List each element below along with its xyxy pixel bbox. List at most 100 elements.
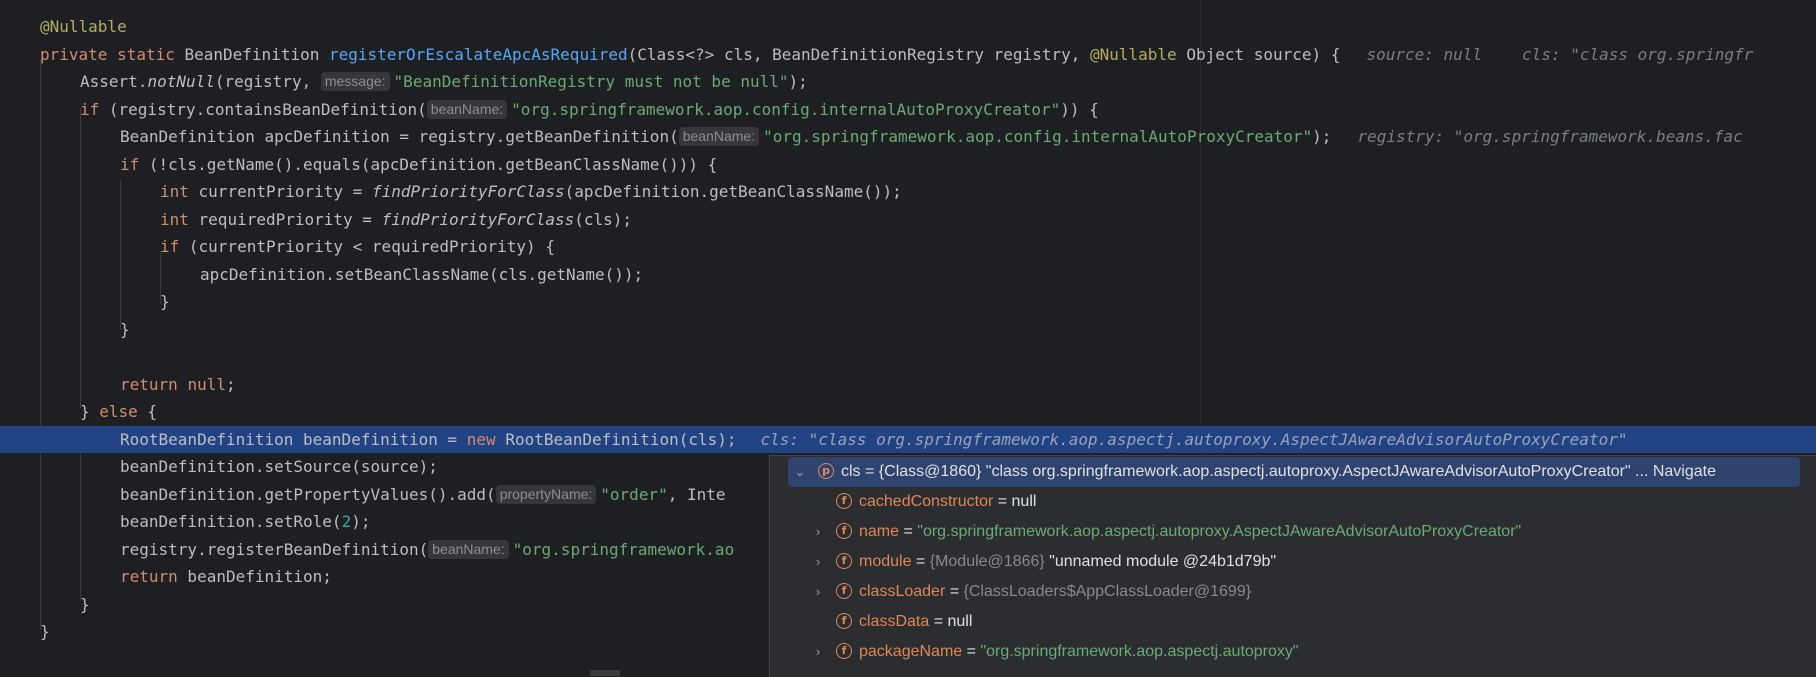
code-line: if (currentPriority < requiredPriority) … — [0, 233, 1816, 260]
code-text: (currentPriority < requiredPriority) { — [179, 237, 555, 256]
code-text: (apcDefinition.getBeanClassName()); — [564, 182, 902, 201]
method-name: findPriorityForClass — [371, 182, 565, 201]
field-value: "org.springframework.aop.aspectj.autopro… — [917, 523, 1522, 540]
code-line: int currentPriority = findPriorityForCla… — [0, 178, 1816, 205]
keyword: else — [99, 402, 138, 421]
field-icon: f — [836, 613, 852, 629]
inline-debug-value: registry: "org.springframework.beans.fac — [1357, 127, 1743, 146]
keyword: return — [120, 375, 178, 394]
code-text: ); — [1312, 127, 1332, 146]
debug-value-popup[interactable]: ⌄ p cls = {Class@1860} "class org.spring… — [769, 455, 1816, 677]
code-text: } — [80, 595, 90, 614]
variable-name: cls — [841, 463, 861, 480]
equals-sign: = — [945, 583, 964, 600]
code-line: apcDefinition.setBeanClassName(cls.getNa… — [0, 261, 1816, 288]
tree-row-field[interactable]: › f name = "org.springframework.aop.aspe… — [770, 517, 1816, 547]
field-icon: f — [836, 553, 852, 569]
field-name: name — [859, 523, 900, 540]
horizontal-scrollbar[interactable] — [590, 670, 620, 676]
code-line: if (!cls.getName().equals(apcDefinition.… — [0, 151, 1816, 178]
code-text: RootBeanDefinition beanDefinition = — [120, 430, 467, 449]
inline-debug-value[interactable]: cls: "class org.springframework.aop.aspe… — [761, 430, 1628, 449]
parameter-hint: beanName: — [428, 540, 509, 559]
code-text: (Class<?> cls, BeanDefinitionRegistry re… — [627, 45, 1090, 64]
field-name: packageName — [859, 643, 963, 660]
method-name: registerOrEscalateApcAsRequired — [328, 45, 628, 64]
string-literal: "BeanDefinitionRegistry must not be null… — [393, 72, 789, 91]
number-literal: 2 — [341, 512, 352, 531]
code-text: requiredPriority = — [188, 210, 382, 229]
keyword: int — [160, 182, 189, 201]
current-execution-line: RootBeanDefinition beanDefinition = new … — [0, 426, 1816, 453]
code-text: , Inte — [667, 485, 726, 504]
equals-sign: = — [860, 463, 879, 480]
code-text: RootBeanDefinition(cls); — [495, 430, 737, 449]
code-text: Assert. — [80, 72, 148, 91]
field-value: null — [947, 613, 973, 630]
code-line: Assert.notNull(registry, message: "BeanDe… — [0, 68, 1816, 95]
chevron-right-icon[interactable]: › — [810, 517, 826, 547]
equals-sign: = — [911, 553, 930, 570]
code-text: registry.registerBeanDefinition( — [120, 540, 429, 559]
tree-row-field[interactable]: › f module = {Module@1866} "unnamed modu… — [770, 547, 1816, 577]
keyword: null — [187, 375, 226, 394]
keyword: return — [120, 567, 178, 586]
inline-debug-value: cls: "class org.springfr — [1522, 45, 1754, 64]
field-name: classData — [859, 613, 930, 630]
code-text: Object source) { — [1176, 45, 1341, 64]
code-text: beanDefinition.setSource(source); — [120, 457, 438, 476]
keyword: new — [466, 430, 496, 449]
code-text: } — [80, 402, 100, 421]
field-icon: f — [836, 643, 852, 659]
navigate-link[interactable]: ... Navigate — [1631, 463, 1716, 480]
code-line: } — [0, 316, 1816, 343]
tree-row-field[interactable]: › f classLoader = {ClassLoaders$AppClass… — [770, 577, 1816, 607]
annotation: @Nullable — [40, 17, 127, 36]
code-text: } — [40, 622, 50, 641]
variable-value: "class org.springframework.aop.aspectj.a… — [981, 463, 1631, 480]
tree-row-cls[interactable]: ⌄ p cls = {Class@1860} "class org.spring… — [788, 457, 1800, 487]
chevron-right-icon[interactable]: › — [810, 637, 826, 667]
code-line: private static BeanDefinition registerOr… — [0, 41, 1816, 68]
transient-field-icon: f — [836, 583, 852, 599]
code-text: beanDefinition.getPropertyValues().add( — [120, 485, 496, 504]
field-icon: f — [836, 523, 852, 539]
tree-row-field[interactable]: f cachedConstructor = null — [770, 487, 1816, 517]
field-value: "unnamed module @24b1d79b" — [1044, 553, 1277, 570]
equals-sign: = — [962, 643, 981, 660]
string-literal: "org.springframework.ao — [512, 540, 735, 559]
tree-row-field[interactable]: f classData = null — [770, 607, 1816, 637]
keyword: private static — [40, 45, 175, 64]
code-text: ); — [351, 512, 371, 531]
code-line: if (registry.containsBeanDefinition(bean… — [0, 96, 1816, 123]
chevron-down-icon[interactable]: ⌄ — [792, 457, 808, 487]
code-text: beanDefinition; — [177, 567, 332, 586]
code-text: (registry, — [214, 72, 321, 91]
code-text: beanDefinition.setRole( — [120, 512, 342, 531]
field-value: null — [1011, 493, 1037, 510]
tree-row-field[interactable]: › f packageName = "org.springframework.a… — [770, 637, 1816, 667]
code-line: int requiredPriority = findPriorityForCl… — [0, 206, 1816, 233]
code-text: ); — [788, 72, 808, 91]
code-line: } — [0, 288, 1816, 315]
annotation: @Nullable — [1089, 45, 1177, 64]
field-name: cachedConstructor — [859, 493, 994, 510]
code-text: apcDefinition.setBeanClassName(cls.getNa… — [200, 265, 644, 284]
code-text: { — [137, 402, 158, 421]
code-text: )) { — [1060, 100, 1099, 119]
code-text: BeanDefinition apcDefinition = registry.… — [120, 127, 679, 146]
code-line: } else { — [0, 398, 1816, 425]
keyword: if — [80, 100, 100, 119]
code-text: } — [160, 292, 170, 311]
chevron-right-icon[interactable]: › — [810, 577, 826, 607]
parameter-icon: p — [818, 463, 834, 479]
field-value: "org.springframework.aop.aspectj.autopro… — [980, 643, 1299, 660]
code-line: @Nullable — [0, 13, 1816, 40]
keyword: if — [160, 237, 180, 256]
chevron-right-icon[interactable]: › — [810, 547, 826, 577]
object-type: {Class@1860} — [878, 463, 982, 480]
keyword: if — [120, 155, 140, 174]
string-literal: "org.springframework.aop.config.internal… — [511, 100, 1061, 119]
code-line: BeanDefinition apcDefinition = registry.… — [0, 123, 1816, 150]
code-text: (registry.containsBeanDefinition( — [99, 100, 427, 119]
